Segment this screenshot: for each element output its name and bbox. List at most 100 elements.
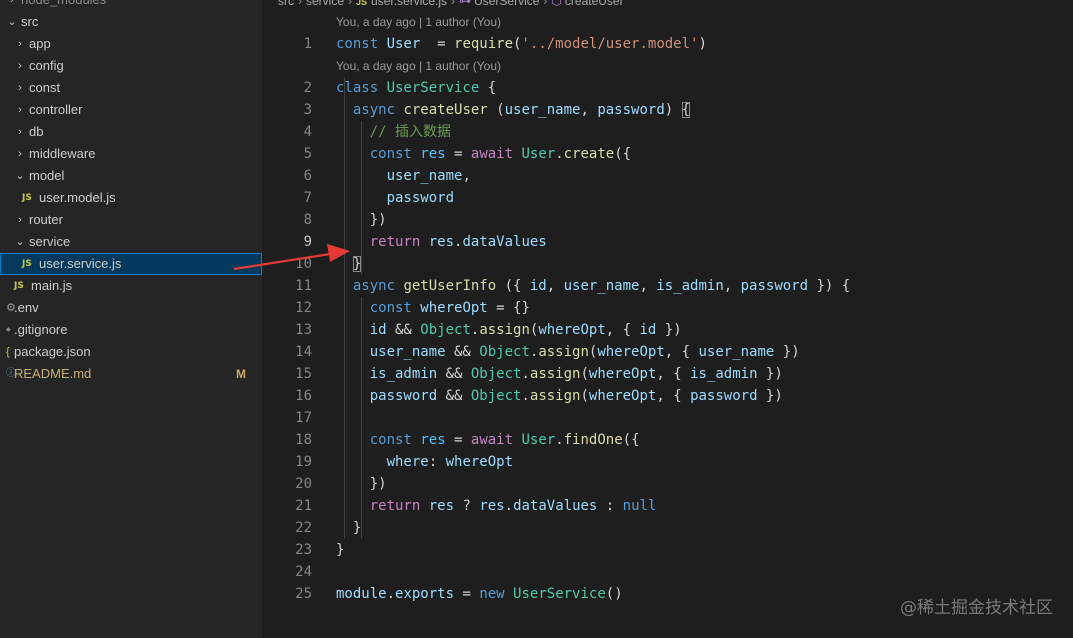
chevron-right-icon: › (348, 0, 353, 8)
explorer-item-env[interactable]: ⚙ .env (0, 297, 262, 319)
line-number: 3 (303, 102, 312, 118)
code-token: ( (487, 102, 505, 118)
code-token: , (462, 168, 471, 184)
code-line[interactable]: password && Object.assign(whereOpt, { pa… (336, 385, 783, 407)
line-number: 4 (303, 124, 312, 140)
line-number: 21 (295, 498, 312, 514)
code-token: is_admin (656, 278, 724, 294)
code-token: && (437, 366, 471, 382)
code-token: }) (774, 344, 800, 360)
explorer-item-config[interactable]: › config (0, 55, 262, 77)
code-token: module (336, 586, 387, 602)
code-line[interactable]: const whereOpt = {} (336, 297, 530, 319)
explorer-item-readme[interactable]: ⓘ README.md M (0, 363, 262, 385)
explorer-item-main-js[interactable]: JS main.js (0, 275, 262, 297)
explorer-item-package-json[interactable]: {package.json (0, 341, 262, 363)
line-number: 2 (303, 80, 312, 96)
breadcrumb-method[interactable]: createUser (565, 0, 624, 8)
explorer-item-gitignore[interactable]: ◆ .gitignore (0, 319, 262, 341)
breadcrumb-file[interactable]: user.service.js (371, 0, 447, 8)
chevron-down-icon[interactable]: ⌄ (6, 11, 18, 33)
code-line[interactable]: // 插入数据 (336, 121, 451, 143)
explorer-item-node_modules[interactable]: ›node_modules (0, 0, 262, 11)
code-token: getUserInfo (403, 278, 497, 294)
chevron-right-icon[interactable]: › (14, 209, 26, 231)
code-token: , { (656, 388, 691, 404)
chevron-right-icon[interactable]: › (14, 55, 26, 77)
code-line[interactable]: user_name, (336, 165, 471, 187)
code-token: whereOpt (597, 344, 665, 360)
line-number: 22 (295, 520, 312, 536)
code-line[interactable]: } (336, 539, 344, 561)
code-line[interactable]: return res.dataValues (336, 231, 547, 253)
code-editor[interactable]: src › service › JS user.service.js › ⊶ UserServi… (262, 0, 1073, 638)
explorer-item-src[interactable]: ⌄ src (0, 11, 262, 33)
code-line[interactable]: const res = await User.findOne({ (336, 429, 640, 451)
code-token: password (690, 388, 758, 404)
explorer-item-service[interactable]: ⌄ service (0, 231, 262, 253)
js-file-icon: JS (356, 0, 368, 7)
chevron-right-icon[interactable]: › (14, 77, 26, 99)
explorer-item-user-model-js[interactable]: JS user.model.js (0, 187, 262, 209)
chevron-right-icon[interactable]: › (14, 121, 26, 143)
code-token: && (386, 322, 421, 338)
code-line[interactable]: async getUserInfo ({ id, user_name, is_a… (336, 275, 850, 297)
explorer-item-user-service-js[interactable]: JS user.service.js (0, 253, 262, 275)
chevron-down-icon[interactable]: ⌄ (14, 231, 26, 253)
explorer-item-db[interactable]: › db (0, 121, 262, 143)
code-token: id (369, 322, 387, 338)
code-line[interactable]: password (336, 187, 454, 209)
breadcrumb-class[interactable]: UserService (474, 0, 539, 8)
code-token: . (555, 432, 564, 448)
code-token: id (639, 322, 657, 338)
code-line[interactable]: class UserService { (336, 77, 496, 99)
codelens-blame[interactable]: You, a day ago | 1 author (You) (336, 55, 501, 77)
code-token: whereOpt (420, 300, 488, 316)
code-line[interactable]: module.exports = new UserService() (336, 583, 623, 605)
code-line[interactable]: where: whereOpt (336, 451, 513, 473)
code-token: ({ (614, 146, 632, 162)
code-token: } (336, 542, 345, 558)
code-token: UserService (386, 80, 480, 96)
code-token: assign (529, 366, 581, 382)
explorer-item-middleware[interactable]: › middleware (0, 143, 262, 165)
code-token: , (639, 278, 657, 294)
code-line[interactable]: } (336, 517, 361, 539)
code-line[interactable]: const User = require('../model/user.mode… (336, 33, 707, 55)
code-line[interactable]: id && Object.assign(whereOpt, { id }) (336, 319, 682, 341)
line-number: 15 (295, 366, 312, 382)
explorer-item-app[interactable]: › app (0, 33, 262, 55)
code-line[interactable]: const res = await User.create({ (336, 143, 631, 165)
explorer-item-model[interactable]: ⌄ model (0, 165, 262, 187)
line-number: 25 (295, 586, 312, 602)
code-token: is_admin (369, 366, 438, 382)
code-token: }) { (808, 278, 851, 294)
explorer-item-label: config (29, 58, 64, 73)
code-token: , { (605, 322, 640, 338)
code-line[interactable]: return res ? res.dataValues : null (336, 495, 657, 517)
chevron-right-icon[interactable]: › (6, 0, 18, 11)
code-line[interactable]: async createUser (user_name, password) { (336, 99, 691, 121)
line-number: 19 (295, 454, 312, 470)
breadcrumb-service[interactable]: service (306, 0, 344, 8)
explorer-item-const[interactable]: › const (0, 77, 262, 99)
code-token: && (445, 344, 480, 360)
explorer-sidebar: ›node_modules⌄src›app›config›const›contr… (0, 0, 262, 638)
chevron-right-icon[interactable]: › (14, 33, 26, 55)
code-token: . (386, 586, 396, 602)
explorer-item-router[interactable]: › router (0, 209, 262, 231)
explorer-item-controller[interactable]: › controller (0, 99, 262, 121)
code-line[interactable]: } (336, 253, 362, 275)
code-line[interactable]: is_admin && Object.assign(whereOpt, { is… (336, 363, 783, 385)
chevron-right-icon[interactable]: › (14, 143, 26, 165)
code-token: return (369, 498, 429, 514)
chevron-down-icon[interactable]: ⌄ (14, 165, 26, 187)
js-file-icon: JS (22, 259, 32, 269)
code-line[interactable]: user_name && Object.assign(whereOpt, { u… (336, 341, 800, 363)
breadcrumb-src[interactable]: src (278, 0, 294, 8)
chevron-right-icon[interactable]: › (14, 99, 26, 121)
codelens-blame[interactable]: You, a day ago | 1 author (You) (336, 11, 501, 33)
